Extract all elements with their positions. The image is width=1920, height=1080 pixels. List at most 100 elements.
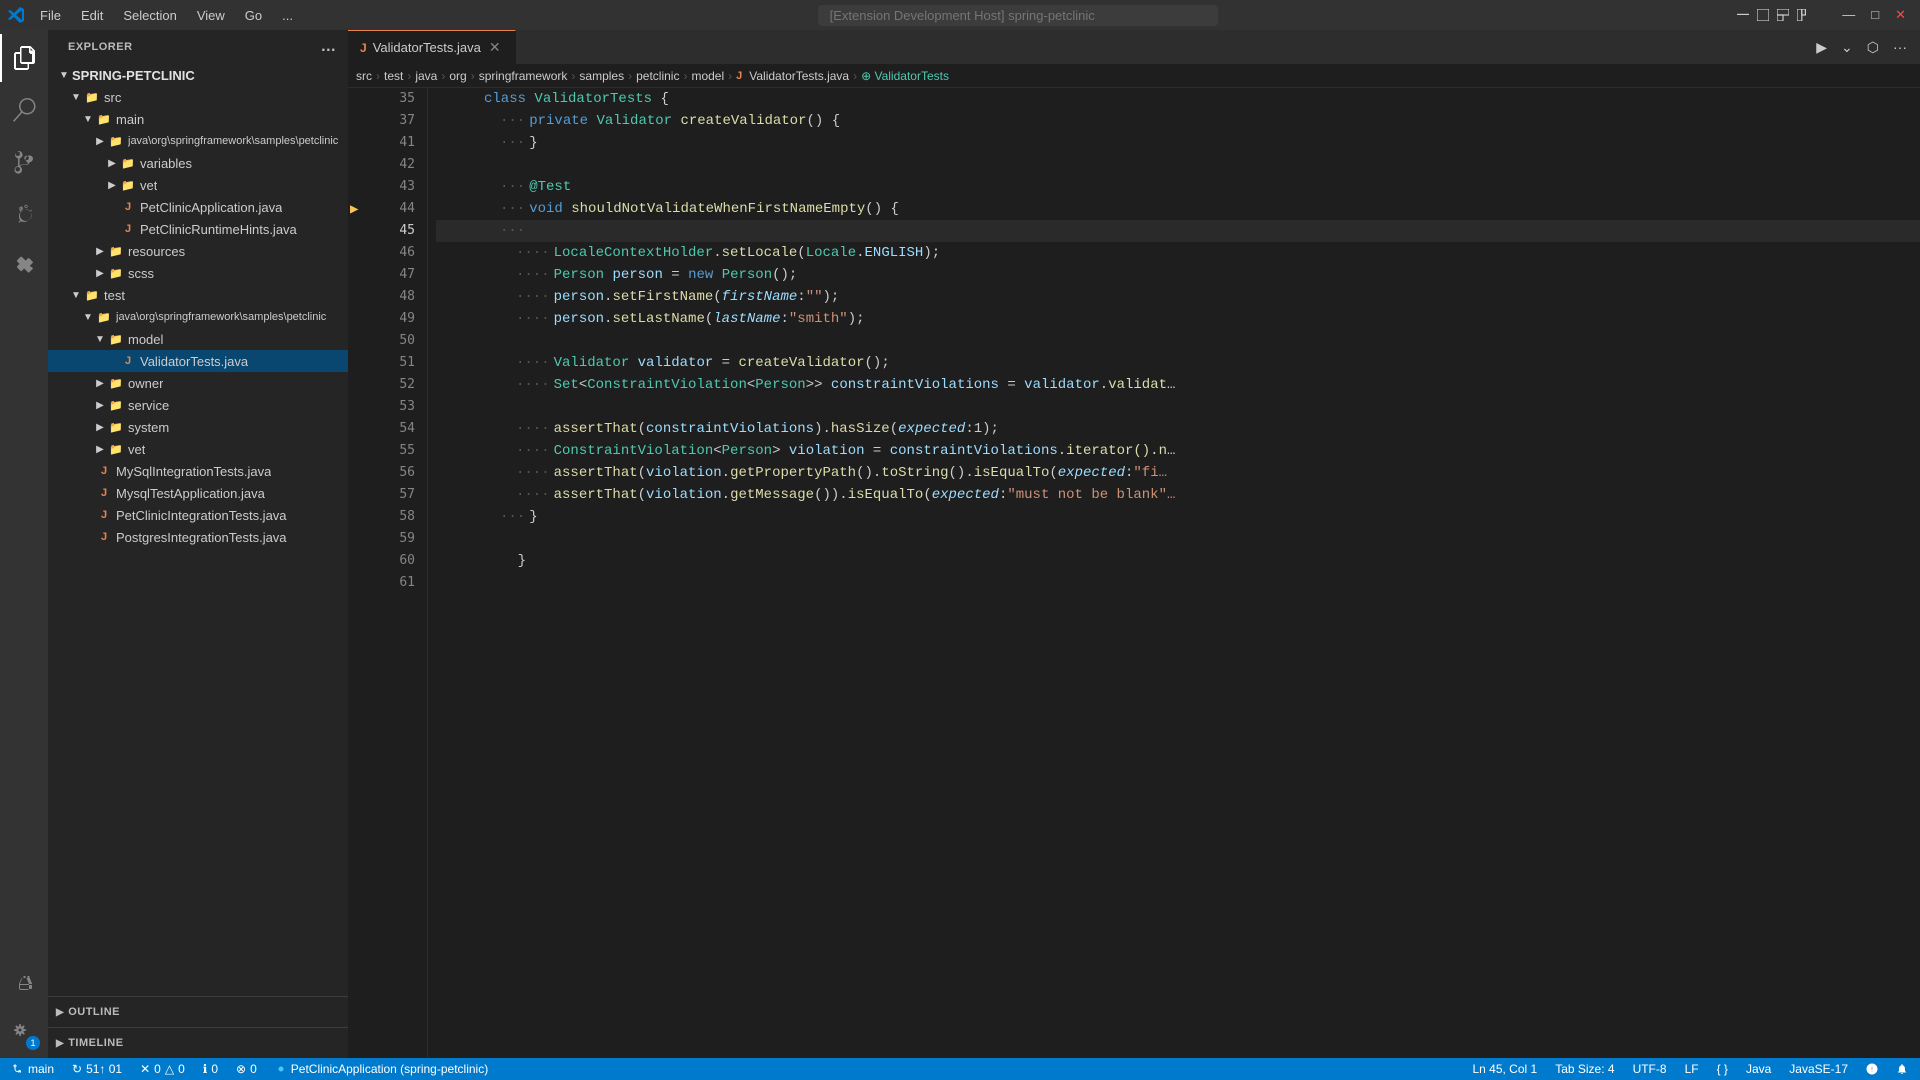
- tree-src[interactable]: ▼ 📁 src: [48, 86, 348, 108]
- tree-runtimehints[interactable]: ▶ J PetClinicRuntimeHints.java: [48, 218, 348, 240]
- status-encoding[interactable]: UTF-8: [1629, 1062, 1671, 1076]
- code-line-45: ···: [436, 220, 1920, 242]
- tree-petclinicapp[interactable]: ▶ J PetClinicApplication.java: [48, 196, 348, 218]
- bc-class[interactable]: ⊕ ValidatorTests: [861, 69, 949, 83]
- close-button[interactable]: ✕: [1889, 5, 1912, 25]
- sidebar-more-icon[interactable]: ...: [321, 38, 336, 56]
- status-braces[interactable]: { }: [1713, 1062, 1732, 1076]
- tree-postgresintegration[interactable]: ▶ J PostgresIntegrationTests.java: [48, 526, 348, 548]
- status-java-version[interactable]: JavaSE-17: [1785, 1062, 1852, 1076]
- tab-size-text: Tab Size: 4: [1555, 1062, 1614, 1076]
- activity-run-debug[interactable]: [0, 190, 48, 238]
- layout-icon-4[interactable]: [1797, 9, 1809, 21]
- tree-test[interactable]: ▼ 📁 test: [48, 284, 348, 306]
- sidebar-title: EXPLORER: [68, 41, 133, 53]
- arrow-icon: ▶: [104, 155, 120, 171]
- status-feedback[interactable]: [1862, 1063, 1882, 1075]
- status-line-ending[interactable]: LF: [1681, 1062, 1703, 1076]
- tree-petclinicintegration[interactable]: ▶ J PetClinicIntegrationTests.java: [48, 504, 348, 526]
- code-editor: 35 37 41 42 43 ▶ 44 45 46 47 48 49 50 51…: [348, 88, 1920, 1058]
- activity-settings[interactable]: 1: [0, 1010, 48, 1058]
- menu-view[interactable]: View: [189, 6, 233, 25]
- arrow-icon: ▼: [80, 111, 96, 127]
- status-errors[interactable]: ✕ 0 △ 0: [136, 1062, 189, 1076]
- timeline-section: ▶ TIMELINE: [48, 1027, 348, 1058]
- tab-validatortests[interactable]: J ValidatorTests.java ✕: [348, 30, 516, 65]
- vet-main-label: vet: [140, 178, 157, 193]
- status-info[interactable]: ℹ 0: [199, 1062, 222, 1076]
- split-editor-button[interactable]: ⬡: [1862, 36, 1884, 59]
- tree-scss[interactable]: ▶ 📁 scss: [48, 262, 348, 284]
- status-line-col[interactable]: Ln 45, Col 1: [1468, 1062, 1541, 1076]
- tree-root[interactable]: ▼ SPRING-PETCLINIC: [48, 64, 348, 86]
- debug-arrow-icon: ▶: [350, 198, 358, 220]
- tree-mysqlintegration[interactable]: ▶ J MySqlIntegrationTests.java: [48, 460, 348, 482]
- run-button[interactable]: ▶: [1811, 36, 1832, 59]
- layout-icon-1[interactable]: [1737, 9, 1749, 21]
- bc-src[interactable]: src: [356, 69, 372, 83]
- run-dropdown-button[interactable]: ⌄: [1836, 36, 1858, 59]
- bc-model[interactable]: model: [691, 69, 724, 83]
- activity-explorer[interactable]: [0, 34, 48, 82]
- service-label: service: [128, 398, 169, 413]
- tree-validatortests[interactable]: ▶ J ValidatorTests.java: [48, 350, 348, 372]
- folder-icon: 📁: [108, 331, 124, 347]
- vscode-logo: [8, 7, 24, 23]
- language-text: Java: [1746, 1062, 1771, 1076]
- activity-search[interactable]: [0, 86, 48, 134]
- feedback-icon: [1866, 1063, 1878, 1075]
- menu-edit[interactable]: Edit: [73, 6, 111, 25]
- arrow-icon: ▶: [92, 133, 108, 149]
- bc-samples[interactable]: samples: [579, 69, 624, 83]
- status-branch[interactable]: main: [8, 1062, 58, 1076]
- tree-owner[interactable]: ▶ 📁 owner: [48, 372, 348, 394]
- status-no-problems[interactable]: ⊗ 0: [232, 1062, 261, 1076]
- tree-main[interactable]: ▼ 📁 main: [48, 108, 348, 130]
- tree-vet-test[interactable]: ▶ 📁 vet: [48, 438, 348, 460]
- status-notifications[interactable]: [1892, 1063, 1912, 1075]
- code-line-42: [436, 154, 1920, 176]
- layout-icon-3[interactable]: [1777, 9, 1789, 21]
- activity-source-control[interactable]: [0, 138, 48, 186]
- code-content[interactable]: class ValidatorTests { ···private Valida…: [428, 88, 1920, 1058]
- bc-springframework[interactable]: springframework: [479, 69, 568, 83]
- menu-file[interactable]: File: [32, 6, 69, 25]
- line-ending-text: LF: [1685, 1062, 1699, 1076]
- vet-test-label: vet: [128, 442, 145, 457]
- bc-java[interactable]: java: [415, 69, 437, 83]
- status-tab-size[interactable]: Tab Size: 4: [1551, 1062, 1618, 1076]
- menu-more[interactable]: ...: [274, 6, 301, 25]
- tree-java-main[interactable]: ▶ 📁 java\org\springframework\samples\pet…: [48, 130, 348, 152]
- bc-org[interactable]: org: [449, 69, 466, 83]
- activity-extensions[interactable]: [0, 242, 48, 290]
- menu-go[interactable]: Go: [237, 6, 270, 25]
- arrow-icon: ▶: [92, 419, 108, 435]
- minimize-button[interactable]: —: [1836, 5, 1861, 25]
- bc-petclinic[interactable]: petclinic: [636, 69, 679, 83]
- outline-header[interactable]: ▶ OUTLINE: [48, 1001, 348, 1023]
- tree-vet-main[interactable]: ▶ 📁 vet: [48, 174, 348, 196]
- bc-test[interactable]: test: [384, 69, 403, 83]
- tree-model[interactable]: ▼ 📁 model: [48, 328, 348, 350]
- activity-testing[interactable]: [0, 958, 48, 1006]
- maximize-button[interactable]: □: [1865, 5, 1885, 25]
- layout-icon-2[interactable]: [1757, 9, 1769, 21]
- tree-variables[interactable]: ▶ 📁 variables: [48, 152, 348, 174]
- bc-file[interactable]: ValidatorTests.java: [749, 69, 849, 83]
- status-sync[interactable]: ↻ 51↑ 01: [68, 1062, 126, 1076]
- tree-java-test[interactable]: ▼ 📁 java\org\springframework\samples\pet…: [48, 306, 348, 328]
- line-num-52: 52: [348, 374, 427, 396]
- tree-system[interactable]: ▶ 📁 system: [48, 416, 348, 438]
- search-input[interactable]: [818, 5, 1218, 26]
- tab-close-button[interactable]: ✕: [487, 38, 503, 57]
- tree-service[interactable]: ▶ 📁 service: [48, 394, 348, 416]
- arrow-icon: ▶: [104, 177, 120, 193]
- status-language[interactable]: Java: [1742, 1062, 1775, 1076]
- tree-mysqltestapp[interactable]: ▶ J MysqlTestApplication.java: [48, 482, 348, 504]
- menu-selection[interactable]: Selection: [115, 6, 184, 25]
- tree-resources[interactable]: ▶ 📁 resources: [48, 240, 348, 262]
- outline-title: OUTLINE: [68, 1006, 120, 1018]
- status-app[interactable]: PetClinicApplication (spring-petclinic): [271, 1062, 492, 1076]
- timeline-header[interactable]: ▶ TIMELINE: [48, 1032, 348, 1054]
- more-actions-button[interactable]: ···: [1888, 36, 1912, 58]
